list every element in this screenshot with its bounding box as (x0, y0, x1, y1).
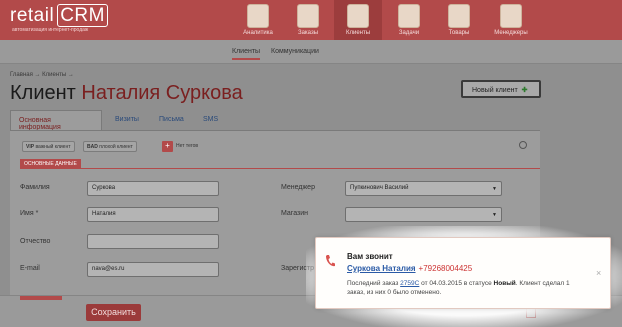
products-icon (448, 4, 470, 28)
save-button[interactable]: Сохранить (86, 304, 141, 321)
name-field[interactable]: Наталия (87, 207, 219, 222)
surname-label: Фамилия (20, 184, 50, 191)
name-label: Имя * (20, 210, 39, 217)
breadcrumb[interactable]: Главная → Клиенты → (10, 72, 74, 78)
subnav-clients[interactable]: Клиенты (232, 48, 261, 60)
bad-badge[interactable]: BAD плохой клиент (83, 141, 137, 152)
nav-label: Аналитика (243, 30, 273, 36)
close-icon[interactable]: × (596, 268, 601, 278)
email-field[interactable]: nava@es.ru (87, 262, 219, 277)
analytics-icon (247, 4, 269, 28)
nav-orders[interactable]: Заказы (284, 0, 332, 40)
popup-title: Вам звонит (347, 252, 393, 261)
desc-text: от 04.03.2015 в статусе (421, 280, 492, 287)
title-prefix: Клиент (10, 82, 76, 104)
logo-text: retail (10, 5, 55, 26)
sub-navigation: Клиенты Коммуникации (0, 40, 622, 64)
bad-value: плохой клиент (99, 144, 133, 150)
subnav-communications[interactable]: Коммуникации (271, 48, 319, 55)
chevron-down-icon: ▼ (492, 212, 497, 218)
nav-clients[interactable]: Клиенты (334, 0, 382, 40)
nav-analytics[interactable]: Аналитика (234, 0, 282, 40)
manager-value: Пупкинович Василий (350, 185, 409, 191)
vip-value: важный клиент (35, 144, 71, 150)
popup-caller: Суркова Наталия +79268004425 (347, 264, 472, 273)
managers-icon (500, 4, 522, 28)
desc-text: Последний заказ (347, 280, 399, 287)
phone-icon (326, 255, 335, 267)
incoming-call-notification: Вам звонит Суркова Наталия +79268004425 П… (315, 237, 611, 309)
tab-basic-info[interactable]: Основная информация (10, 110, 102, 131)
tab-sms[interactable]: SMS (195, 110, 226, 130)
tab-visits[interactable]: Визиты (107, 110, 147, 130)
bad-key: BAD (87, 144, 98, 150)
manager-select[interactable]: Пупкинович Василий ▼ (345, 181, 502, 196)
tagline: автоматизация интернет-продаж (12, 27, 89, 33)
orders-icon (297, 4, 319, 28)
chevron-down-icon: ▼ (492, 186, 497, 192)
email-label: E-mail (20, 265, 40, 272)
nav-label: Клиенты (345, 30, 371, 36)
clients-icon (347, 4, 369, 28)
new-client-button[interactable]: Новый клиент ✚ (461, 80, 541, 98)
order-status: Новый (493, 280, 516, 287)
popup-description: Последний заказ 2759С от 04.03.2015 в ст… (347, 279, 587, 297)
nav-managers[interactable]: Менеджеры (487, 0, 535, 40)
shop-select[interactable]: ▼ (345, 207, 502, 222)
caller-name-link[interactable]: Суркова Наталия (347, 264, 416, 273)
nav-label: Задачи (398, 30, 420, 36)
surname-field[interactable]: Суркова (87, 181, 219, 196)
vip-badge[interactable]: VIP важный клиент (22, 141, 75, 152)
logo-crm: CRM (57, 4, 108, 27)
nav-tasks[interactable]: Задачи (385, 0, 433, 40)
nav-products[interactable]: Товары (435, 0, 483, 40)
patronymic-label: Отчество (20, 238, 51, 245)
top-navigation-bar: retail CRM автоматизация интернет-продаж … (0, 0, 622, 40)
plus-icon: ✚ (521, 87, 528, 94)
no-tags-label: Нет тегов (176, 143, 199, 149)
title-client-name: Наталия Суркова (81, 82, 243, 104)
tasks-icon (398, 4, 420, 28)
section-marker (20, 296, 62, 300)
nav-label: Заказы (297, 30, 319, 36)
shop-label: Магазин (281, 210, 309, 217)
manager-label: Менеджер (281, 184, 315, 191)
tab-letters[interactable]: Письма (151, 110, 192, 130)
patronymic-field[interactable] (87, 234, 219, 249)
settings-icon[interactable] (519, 141, 527, 149)
vip-key: VIP (26, 144, 35, 150)
caller-phone: +79268004425 (418, 264, 473, 273)
section-divider (20, 168, 540, 169)
logo[interactable]: retail CRM (10, 4, 108, 27)
order-link[interactable]: 2759С (400, 280, 419, 287)
nav-label: Менеджеры (494, 30, 528, 36)
page-title: Клиент Наталия Суркова (10, 82, 243, 105)
add-tag-icon[interactable]: + (162, 141, 173, 152)
nav-label: Товары (448, 30, 470, 36)
new-client-label: Новый клиент (472, 87, 518, 94)
